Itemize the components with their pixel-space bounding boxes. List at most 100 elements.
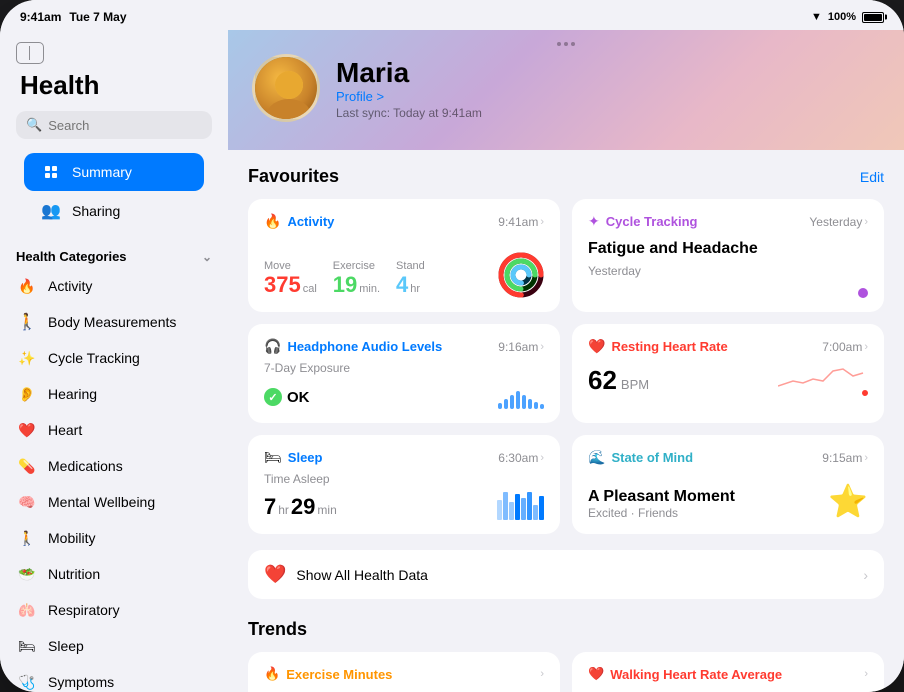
hbar-2: [504, 399, 508, 409]
heart-rate-card[interactable]: ❤️ Resting Heart Rate 7:00am ›: [572, 324, 884, 423]
activity-card-title: Activity: [287, 214, 334, 229]
sidebar-item-cycle-tracking[interactable]: ✨ Cycle Tracking: [0, 340, 228, 376]
sbar-1: [497, 500, 502, 520]
mind-chevron: ›: [864, 452, 868, 464]
search-input[interactable]: [48, 118, 224, 133]
sbar-5: [521, 498, 526, 520]
sidebar-item-sharing[interactable]: 👥 Sharing: [24, 192, 204, 230]
move-value: 375: [264, 272, 301, 298]
avatar[interactable]: [252, 54, 320, 122]
sidebar-collapse-icon[interactable]: [16, 42, 44, 64]
mind-icon: 🌊: [588, 449, 605, 466]
headphone-icon: 🎧: [264, 338, 281, 355]
activity-title-row: 🔥 Activity: [264, 213, 334, 230]
nutrition-icon: 🥗: [16, 563, 38, 585]
battery-percent: 100%: [828, 11, 856, 23]
heart-rate-header: ❤️ Resting Heart Rate 7:00am ›: [588, 338, 868, 355]
cycle-dot: [858, 288, 868, 298]
sleep-card[interactable]: 🛏 Sleep 6:30am › Time Asleep 7: [248, 435, 560, 534]
sharing-icon: 👥: [40, 200, 62, 222]
heart-rate-trend-card[interactable]: ❤️ Walking Heart Rate Average › On avera…: [572, 652, 884, 692]
sidebar-item-respiratory[interactable]: 🫁 Respiratory: [0, 592, 228, 628]
cycle-tracking-card[interactable]: ✦ Cycle Tracking Yesterday › Fatigue and…: [572, 199, 884, 312]
activity-card-time: 9:41am ›: [498, 215, 544, 229]
dot-2: [564, 42, 568, 46]
body-icon: 🚶: [16, 311, 38, 333]
heart-trend-icon: ❤️: [588, 666, 604, 682]
stand-metric: Stand 4 hr: [396, 260, 425, 298]
sidebar-item-sleep[interactable]: 🛏 Sleep: [0, 628, 228, 664]
heart-trend-chevron: ›: [864, 668, 868, 680]
hbar-3: [510, 395, 514, 409]
edit-button[interactable]: Edit: [860, 169, 884, 185]
cycle-card-time: Yesterday ›: [809, 215, 868, 229]
heart-rate-icon: ❤️: [588, 338, 605, 355]
heart-dot: [862, 390, 868, 396]
cycle-title-row: ✦ Cycle Tracking: [588, 213, 698, 230]
cycle-icon: ✨: [16, 347, 38, 369]
categories-section-header: Health Categories ⌄: [0, 239, 228, 268]
heart-rate-chart: [778, 361, 868, 396]
sidebar-item-body-measurements[interactable]: 🚶 Body Measurements: [0, 304, 228, 340]
sleep-minutes: 29: [291, 494, 315, 520]
dot-1: [557, 42, 561, 46]
status-date: Tue 7 May: [69, 10, 126, 24]
hbar-5: [522, 395, 526, 409]
profile-sync: Last sync: Today at 9:41am: [336, 106, 482, 120]
move-metric: Move 375 cal: [264, 260, 317, 298]
status-time: 9:41am: [20, 10, 61, 24]
app-layout: Health 🔍 🎤 S: [0, 30, 904, 692]
cycle-card-header: ✦ Cycle Tracking Yesterday ›: [588, 213, 868, 230]
state-of-mind-card[interactable]: 🌊 State of Mind 9:15am › A Pleasant Mome…: [572, 435, 884, 534]
sleep-title-row: 🛏 Sleep: [264, 449, 322, 466]
mind-sub: Excited · Friends: [588, 506, 735, 520]
headphone-card-title: Headphone Audio Levels: [287, 339, 442, 354]
col-right: [32, 46, 41, 60]
activity-metrics: Move 375 cal Exercise 19 min.: [264, 236, 544, 298]
categories-chevron[interactable]: ⌄: [202, 250, 212, 264]
sbar-3: [509, 502, 514, 520]
heart-trend-title: Walking Heart Rate Average: [610, 667, 782, 682]
exercise-trend-card[interactable]: 🔥 Exercise Minutes › On average, you ear…: [248, 652, 560, 692]
respiratory-label: Respiratory: [48, 602, 120, 618]
sidebar-item-symptoms[interactable]: 🩺 Symptoms: [0, 664, 228, 692]
move-label: Move: [264, 260, 317, 272]
star-emoji: ⭐: [828, 482, 868, 520]
show-all-health-data-row[interactable]: ❤️ Show All Health Data ›: [248, 550, 884, 599]
ok-text: OK: [287, 389, 310, 406]
headphone-card[interactable]: 🎧 Headphone Audio Levels 9:16am › 7-Day …: [248, 324, 560, 423]
dot-3: [571, 42, 575, 46]
cycle-time-value: Yesterday: [809, 215, 862, 229]
sbar-8: [539, 496, 544, 520]
sidebar-item-hearing[interactable]: 👂 Hearing: [0, 376, 228, 412]
heart-icon: ❤️: [16, 419, 38, 441]
sidebar-item-summary[interactable]: Summary: [24, 153, 204, 191]
profile-link[interactable]: Profile >: [336, 89, 482, 104]
sleep-min-unit: min: [317, 503, 336, 517]
trends-header: Trends: [248, 619, 884, 640]
sbar-7: [533, 505, 538, 520]
sidebar-item-heart[interactable]: ❤️ Heart: [0, 412, 228, 448]
hbar-8: [540, 404, 544, 409]
exercise-trend-chevron: ›: [540, 668, 544, 680]
exercise-trend-title: Exercise Minutes: [286, 667, 392, 682]
status-bar: 9:41am Tue 7 May ▼ 100%: [0, 0, 904, 30]
sleep-card-time: 6:30am ›: [498, 451, 544, 465]
activity-card[interactable]: 🔥 Activity 9:41am › Move: [248, 199, 560, 312]
sidebar-item-mental-wellbeing[interactable]: 🧠 Mental Wellbeing: [0, 484, 228, 520]
search-bar[interactable]: 🔍 🎤: [16, 111, 212, 139]
sidebar-item-medications[interactable]: 💊 Medications: [0, 448, 228, 484]
exercise-trend-header: 🔥 Exercise Minutes ›: [264, 666, 544, 682]
sidebar-item-activity[interactable]: 🔥 Activity: [0, 268, 228, 304]
sidebar-item-mobility[interactable]: 🚶 Mobility: [0, 520, 228, 556]
sidebar-item-nutrition[interactable]: 🥗 Nutrition: [0, 556, 228, 592]
sbar-6: [527, 492, 532, 520]
headphone-title-row: 🎧 Headphone Audio Levels: [264, 338, 442, 355]
hbar-6: [528, 399, 532, 409]
activity-ring: [498, 252, 544, 298]
headphone-card-time: 9:16am ›: [498, 340, 544, 354]
profile-header: Maria Profile > Last sync: Today at 9:41…: [228, 30, 904, 150]
battery-icon: [862, 12, 884, 23]
heart-rate-time: 7:00am ›: [822, 340, 868, 354]
activity-label: Activity: [48, 278, 92, 294]
